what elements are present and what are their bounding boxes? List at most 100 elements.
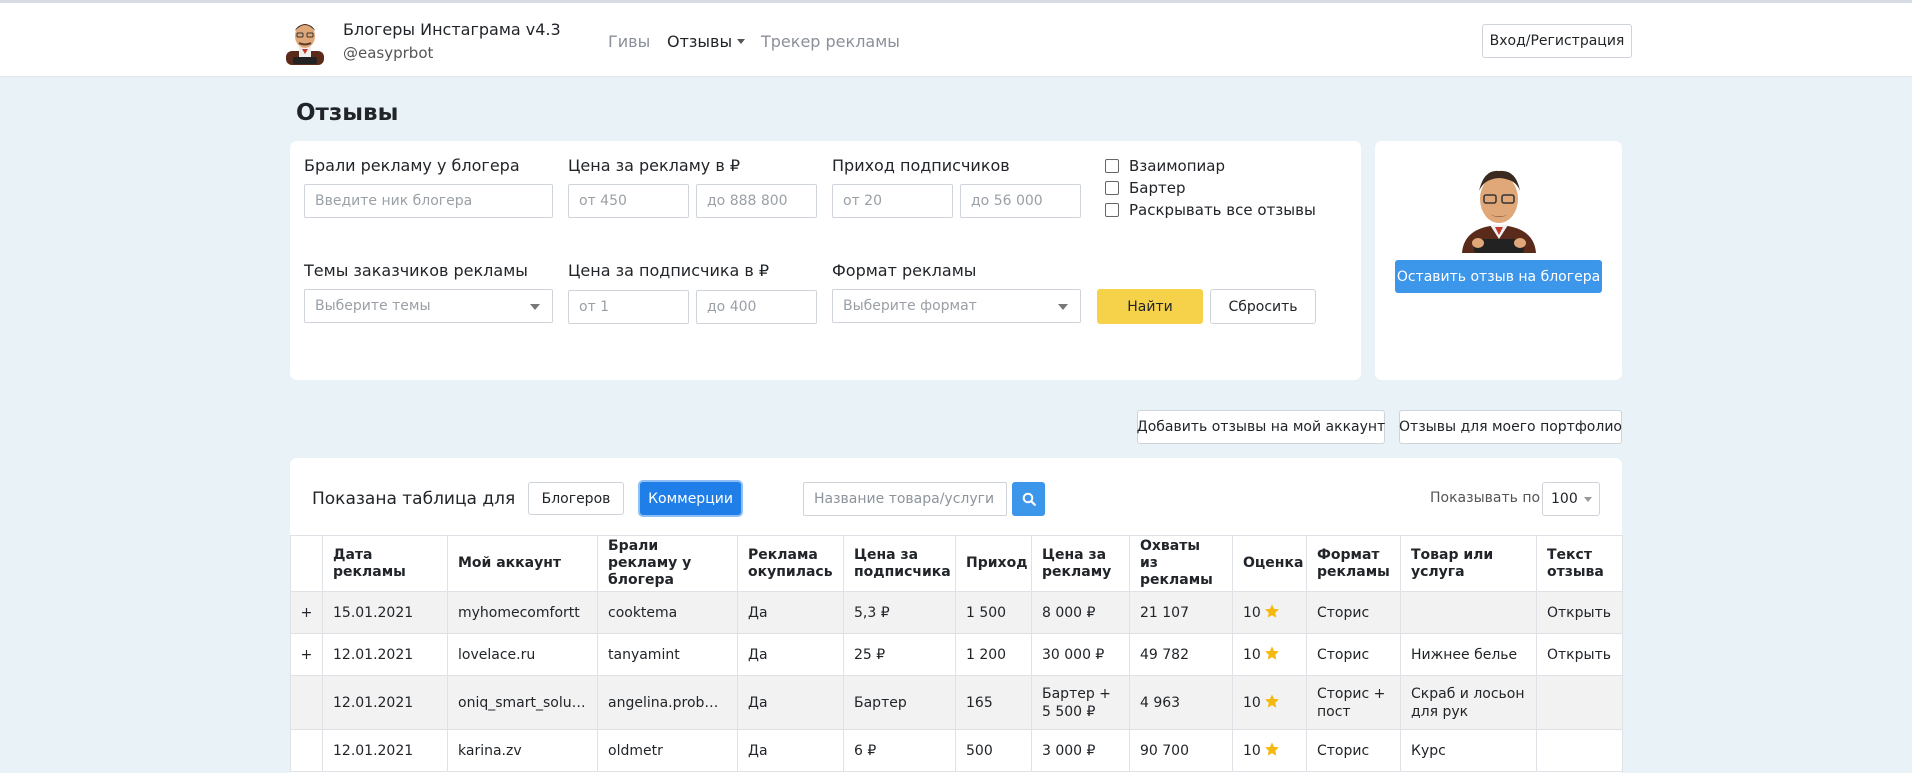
cell-product: [1400, 591, 1537, 634]
barter-checkbox[interactable]: [1105, 181, 1119, 195]
portfolio-reviews-button[interactable]: Отзывы для моего портфолио: [1399, 410, 1622, 444]
sub-price-label: Цена за подписчика в ₽: [568, 261, 770, 280]
format-select[interactable]: Выберите формат: [832, 289, 1081, 323]
subs-to-input[interactable]: до 56 000: [960, 184, 1081, 218]
add-reviews-button[interactable]: Добавить отзывы на мой аккаунт: [1137, 410, 1385, 444]
cell-paid-off: Да: [737, 591, 844, 634]
open-review-link[interactable]: [1536, 675, 1623, 730]
col-reach[interactable]: Охваты из рекламы: [1129, 535, 1233, 592]
expand-all-checkbox[interactable]: [1105, 203, 1119, 217]
cell-format: Сторис + пост: [1306, 675, 1401, 730]
cell-format: Сторис: [1306, 729, 1401, 772]
expand-toggle[interactable]: +: [290, 633, 323, 676]
mutual-pr-checkbox[interactable]: [1105, 159, 1119, 173]
search-button[interactable]: [1012, 482, 1045, 516]
table-row: 12.01.2021 karina.zv oldmetr Да 6 ₽ 500 …: [290, 729, 1623, 772]
cell-blogger-link[interactable]: tanyamint: [597, 633, 738, 676]
cell-paid-off: Да: [737, 729, 844, 772]
expand-toggle[interactable]: +: [290, 591, 323, 634]
cell-date: 15.01.2021: [322, 591, 448, 634]
col-my-account[interactable]: Мой аккаунт: [447, 535, 598, 592]
star-icon: [1264, 694, 1279, 708]
find-button[interactable]: Найти: [1097, 289, 1203, 324]
brand-title[interactable]: Блогеры Инстаграма v4.3: [343, 20, 561, 39]
table-row: + 12.01.2021 lovelace.ru tanyamint Да 25…: [290, 633, 1623, 676]
cell-account-link[interactable]: lovelace.ru: [447, 633, 598, 676]
search-icon: [1022, 492, 1036, 506]
cell-ad-price: 8 000 ₽: [1031, 591, 1130, 634]
col-rating[interactable]: Оценка: [1232, 535, 1307, 592]
nav-reviews[interactable]: Отзывы: [667, 32, 746, 51]
themes-select[interactable]: Выберите темы: [304, 289, 553, 323]
cell-sub-price: Бартер: [843, 675, 956, 730]
rating-value: 10: [1243, 743, 1261, 759]
cell-blogger-link[interactable]: cooktema: [597, 591, 738, 634]
price-to-input[interactable]: до 888 800: [696, 184, 817, 218]
blogger-input[interactable]: Введите ник блогера: [304, 184, 553, 218]
col-paid-off[interactable]: Реклама окупилась: [737, 535, 844, 592]
cell-rating: 10: [1232, 633, 1307, 676]
expand-toggle[interactable]: [290, 729, 323, 772]
col-format[interactable]: Формат рекламы: [1306, 535, 1401, 592]
nav-ad-tracker[interactable]: Трекер рекламы: [761, 32, 900, 51]
expand-toggle[interactable]: [290, 675, 323, 730]
chevron-down-icon: [530, 304, 540, 310]
star-icon: [1264, 646, 1279, 660]
reviews-table: Дата рекламы Мой аккаунт Брали рекламу у…: [290, 535, 1623, 772]
mascot-icon: [1462, 170, 1536, 253]
navbar: Блогеры Инстаграма v4.3 @easyprbot Гивы …: [0, 3, 1912, 77]
brand-subtitle[interactable]: @easyprbot: [343, 44, 433, 62]
product-search-input[interactable]: Название товара/услуги: [803, 482, 1007, 516]
cell-paid-off: Да: [737, 675, 844, 730]
table-row: 12.01.2021 oniq_smart_solu… angelina.pro…: [290, 675, 1623, 730]
col-blogger[interactable]: Брали рекламу у блогера: [597, 535, 738, 592]
per-page-select[interactable]: 100: [1542, 482, 1600, 516]
cell-income: 500: [955, 729, 1032, 772]
cell-ad-price: 30 000 ₽: [1031, 633, 1130, 676]
subs-from-input[interactable]: от 20: [832, 184, 953, 218]
open-review-link[interactable]: [1536, 729, 1623, 772]
leave-review-button[interactable]: Оставить отзыв на блогера: [1395, 260, 1602, 293]
themes-placeholder: Выберите темы: [315, 298, 431, 314]
per-page-value: 100: [1551, 491, 1578, 507]
format-label: Формат рекламы: [832, 261, 977, 280]
rating-value: 10: [1243, 695, 1261, 711]
reset-button[interactable]: Сбросить: [1210, 289, 1316, 324]
col-ad-price[interactable]: Цена за рекламу: [1031, 535, 1130, 592]
commerce-toggle-button[interactable]: Коммерции: [640, 482, 741, 515]
cell-product: Скраб и лосьон для рук: [1400, 675, 1537, 730]
col-product[interactable]: Товар или услуга: [1400, 535, 1537, 592]
cell-blogger-link[interactable]: oldmetr: [597, 729, 738, 772]
bloggers-toggle-button[interactable]: Блогеров: [528, 482, 624, 515]
col-income[interactable]: Приход: [955, 535, 1032, 592]
cell-reach: 90 700: [1129, 729, 1233, 772]
cell-account-link[interactable]: oniq_smart_solu…: [447, 675, 598, 730]
open-review-link[interactable]: Открыть: [1536, 633, 1623, 676]
sub-price-from-input[interactable]: от 1: [568, 290, 689, 324]
open-review-link[interactable]: Открыть: [1536, 591, 1623, 634]
cell-product: Курс: [1400, 729, 1537, 772]
col-sub-price[interactable]: Цена за подписчика: [843, 535, 956, 592]
nav-giveaways[interactable]: Гивы: [608, 32, 650, 51]
cell-date: 12.01.2021: [322, 729, 448, 772]
sub-price-to-input[interactable]: до 400: [696, 290, 817, 324]
star-icon: [1264, 604, 1279, 618]
cell-sub-price: 25 ₽: [843, 633, 956, 676]
brand-avatar[interactable]: [283, 19, 327, 65]
cell-account-link[interactable]: karina.zv: [447, 729, 598, 772]
cell-rating: 10: [1232, 675, 1307, 730]
cell-rating: 10: [1232, 729, 1307, 772]
cell-reach: 49 782: [1129, 633, 1233, 676]
cell-ad-price: 3 000 ₽: [1031, 729, 1130, 772]
cell-account-link[interactable]: myhomecomfortt: [447, 591, 598, 634]
rating-value: 10: [1243, 605, 1261, 621]
price-from-input[interactable]: от 450: [568, 184, 689, 218]
cell-blogger-link[interactable]: angelina.probeauty: [597, 675, 738, 730]
cell-sub-price: 5,3 ₽: [843, 591, 956, 634]
subs-label: Приход подписчиков: [832, 156, 1010, 175]
cell-rating: 10: [1232, 591, 1307, 634]
mascot-image: [1454, 165, 1544, 255]
col-review-text[interactable]: Текст отзыва: [1536, 535, 1623, 592]
login-button[interactable]: Вход/Регистрация: [1482, 24, 1632, 58]
col-date[interactable]: Дата рекламы: [322, 535, 448, 592]
